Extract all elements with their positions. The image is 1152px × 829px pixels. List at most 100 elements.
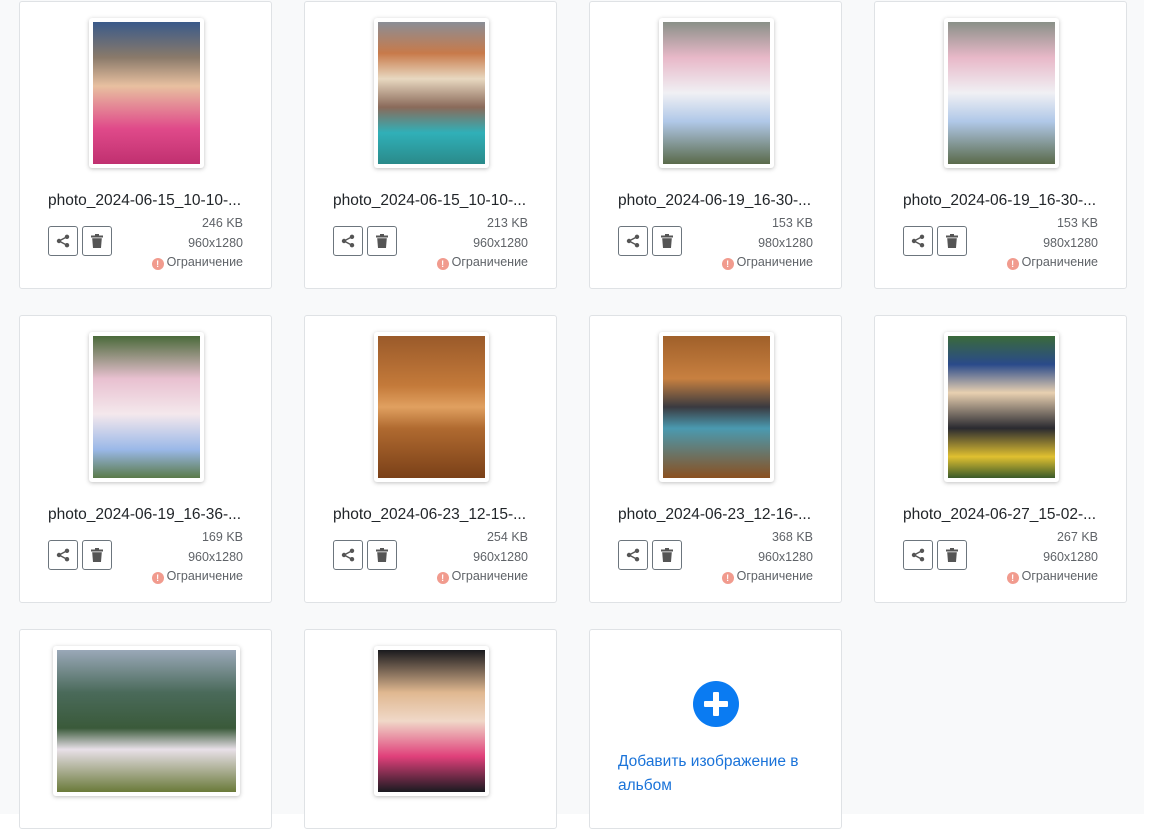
photo-filename: photo_2024-06-15_10-10-...: [333, 192, 527, 209]
photo-filename: photo_2024-06-27_15-02-...: [903, 506, 1097, 523]
photo-dimensions: 960x1280: [188, 550, 243, 564]
trash-icon: [946, 234, 958, 248]
exclamation-circle-icon: !: [151, 258, 164, 270]
share-icon: [626, 548, 640, 562]
photo-thumbnail[interactable]: [374, 18, 489, 168]
photo-card: photo_2024-06-23_12-16-... 368 KB 960x12…: [589, 315, 842, 603]
photo-card: photo_2024-06-15_10-10-... 246 KB 960x12…: [19, 1, 272, 289]
share-button[interactable]: [618, 540, 648, 570]
photo-thumbnail[interactable]: [374, 646, 489, 796]
photo-image: [948, 336, 1055, 478]
photo-card: photo_2024-06-27_15-02-... 267 KB 960x12…: [874, 315, 1127, 603]
photo-image: [57, 650, 236, 792]
photo-image: [663, 22, 770, 164]
plus-circle-icon[interactable]: [693, 681, 739, 727]
delete-button[interactable]: [652, 540, 682, 570]
photo-status-label: Ограничение: [166, 569, 243, 583]
delete-button[interactable]: [367, 226, 397, 256]
photo-status-label: Ограничение: [451, 569, 528, 583]
photo-thumbnail[interactable]: [944, 18, 1059, 168]
delete-button[interactable]: [937, 540, 967, 570]
photo-size: 368 KB: [771, 530, 813, 544]
photo-status: ! Ограничение: [721, 569, 813, 584]
photo-image: [663, 336, 770, 478]
share-button[interactable]: [48, 540, 78, 570]
trash-icon: [661, 234, 673, 248]
photo-dimensions: 980x1280: [1043, 236, 1098, 250]
photo-card: photo_2024-06-19_16-30-... 153 KB 980x12…: [589, 1, 842, 289]
exclamation-circle-icon: !: [1006, 572, 1019, 584]
photo-status-label: Ограничение: [1021, 569, 1098, 583]
photo-image: [948, 22, 1055, 164]
trash-icon: [376, 234, 388, 248]
photo-thumbnail[interactable]: [944, 332, 1059, 482]
share-button[interactable]: [903, 540, 933, 570]
exclamation-circle-icon: !: [436, 258, 449, 270]
photo-dimensions: 960x1280: [1043, 550, 1098, 564]
trash-icon: [376, 548, 388, 562]
photo-size: 153 KB: [771, 216, 813, 230]
share-button[interactable]: [903, 226, 933, 256]
photo-filename: photo_2024-06-19_16-30-...: [618, 192, 812, 209]
share-icon: [341, 548, 355, 562]
photo-dimensions: 960x1280: [758, 550, 813, 564]
photo-card: photo_2024-06-15_10-10-... 213 KB 960x12…: [304, 1, 557, 289]
share-icon: [911, 234, 925, 248]
delete-button[interactable]: [937, 226, 967, 256]
photo-status: ! Ограничение: [1006, 569, 1098, 584]
photo-card: [19, 629, 272, 829]
photo-thumbnail[interactable]: [374, 332, 489, 482]
photo-card: photo_2024-06-19_16-30-... 153 KB 980x12…: [874, 1, 1127, 289]
photo-size: 169 KB: [201, 530, 243, 544]
delete-button[interactable]: [367, 540, 397, 570]
share-button[interactable]: [48, 226, 78, 256]
photo-status: ! Ограничение: [721, 255, 813, 270]
photo-card: [304, 629, 557, 829]
exclamation-circle-icon: !: [721, 572, 734, 584]
photo-thumbnail[interactable]: [89, 18, 204, 168]
photo-image: [93, 22, 200, 164]
photo-status: ! Ограничение: [151, 569, 243, 584]
photo-dimensions: 960x1280: [473, 236, 528, 250]
photo-status-label: Ограничение: [166, 255, 243, 269]
share-button[interactable]: [333, 540, 363, 570]
photo-thumbnail[interactable]: [659, 18, 774, 168]
photo-status: ! Ограничение: [436, 255, 528, 270]
share-button[interactable]: [618, 226, 648, 256]
photo-status: ! Ограничение: [151, 255, 243, 270]
share-icon: [341, 234, 355, 248]
photo-thumbnail[interactable]: [659, 332, 774, 482]
photo-size: 267 KB: [1056, 530, 1098, 544]
delete-button[interactable]: [82, 226, 112, 256]
photo-dimensions: 960x1280: [473, 550, 528, 564]
photo-size: 254 KB: [486, 530, 528, 544]
share-icon: [626, 234, 640, 248]
photo-filename: photo_2024-06-19_16-36-...: [48, 506, 242, 523]
trash-icon: [946, 548, 958, 562]
photo-size: 153 KB: [1056, 216, 1098, 230]
photo-status: ! Ограничение: [436, 569, 528, 584]
photo-thumbnail[interactable]: [89, 332, 204, 482]
photo-thumbnail[interactable]: [53, 646, 240, 796]
photo-status-label: Ограничение: [1021, 255, 1098, 269]
trash-icon: [91, 548, 103, 562]
add-image-link[interactable]: Добавить изображение в альбом: [618, 750, 818, 798]
exclamation-circle-icon: !: [151, 572, 164, 584]
photo-status-label: Ограничение: [736, 569, 813, 583]
delete-button[interactable]: [652, 226, 682, 256]
photo-card: photo_2024-06-19_16-36-... 169 KB 960x12…: [19, 315, 272, 603]
delete-button[interactable]: [82, 540, 112, 570]
share-icon: [911, 548, 925, 562]
photo-status-label: Ограничение: [451, 255, 528, 269]
exclamation-circle-icon: !: [1006, 258, 1019, 270]
add-image-card[interactable]: Добавить изображение в альбом: [589, 629, 842, 829]
share-button[interactable]: [333, 226, 363, 256]
photo-size: 213 KB: [486, 216, 528, 230]
photo-dimensions: 960x1280: [188, 236, 243, 250]
photo-status: ! Ограничение: [1006, 255, 1098, 270]
photo-filename: photo_2024-06-23_12-16-...: [618, 506, 812, 523]
photo-image: [93, 336, 200, 478]
share-icon: [56, 234, 70, 248]
share-icon: [56, 548, 70, 562]
photo-dimensions: 980x1280: [758, 236, 813, 250]
